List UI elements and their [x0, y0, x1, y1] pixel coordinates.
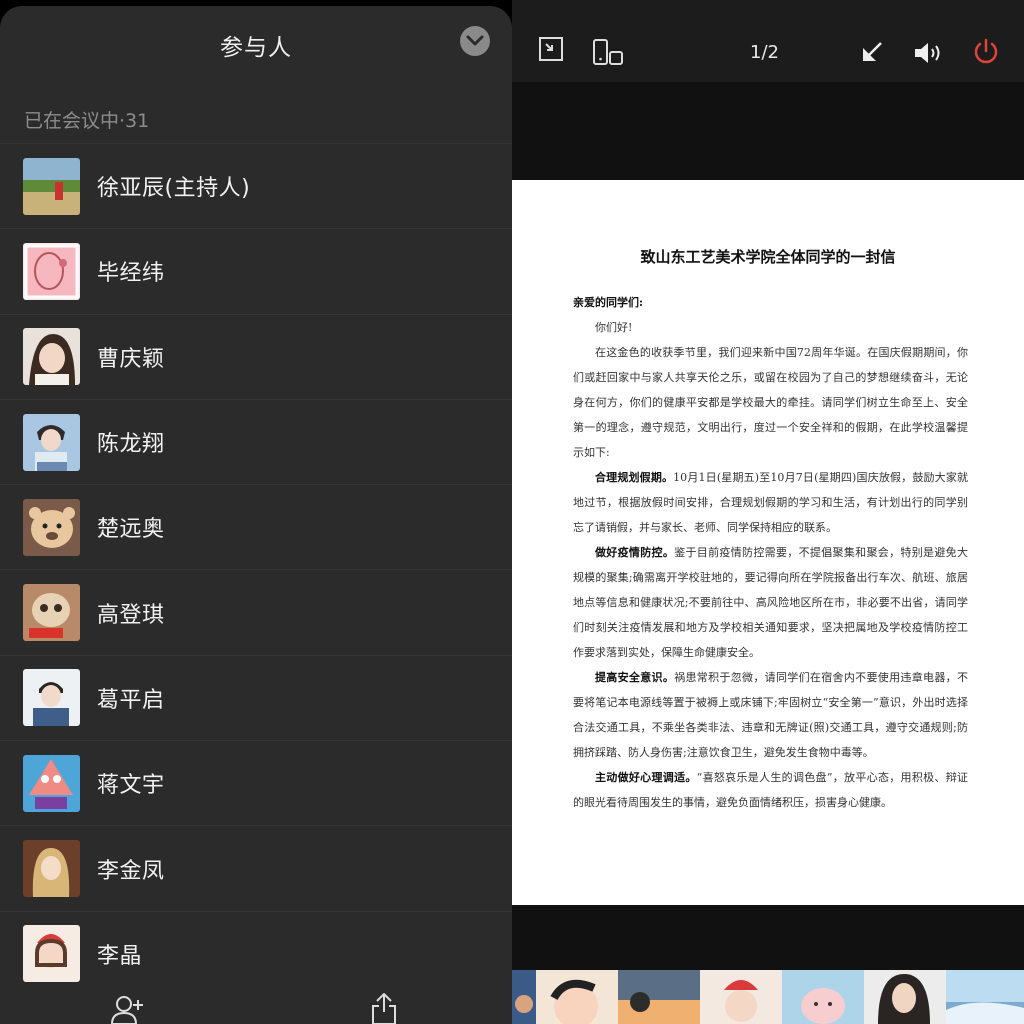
participant-row[interactable]: 毕经纬: [0, 228, 512, 313]
rotate-screen-icon[interactable]: [592, 38, 624, 66]
avatar: [23, 242, 80, 300]
participant-name: 蒋文宇: [97, 773, 165, 799]
avatar: [23, 413, 80, 471]
document-paragraph: 提高安全意识。祸患常积于忽微，请同学们在宿舍内不要使用违章电器，不要将笔记本电源…: [573, 671, 968, 759]
exit-fullscreen-icon[interactable]: [538, 36, 564, 62]
participant-row[interactable]: 高登琪: [0, 569, 512, 654]
avatar: [23, 157, 80, 215]
participant-name: 葛平启: [97, 687, 165, 713]
viewer-toolbar: 1/2: [512, 0, 1024, 82]
video-thumbnail[interactable]: [946, 970, 1024, 1024]
chevron-down-icon[interactable]: [460, 26, 490, 56]
participant-name: 李晶: [97, 943, 143, 969]
panel-title: 参与人: [220, 35, 292, 61]
video-thumbnail[interactable]: [618, 970, 700, 1024]
participant-name: 毕经纬: [97, 261, 165, 287]
video-thumbnail[interactable]: [864, 970, 946, 1024]
document-salutation: 亲爱的同学们:: [573, 296, 644, 309]
page-indicator: 1/2: [750, 42, 779, 63]
participant-row[interactable]: 曹庆颖: [0, 313, 512, 399]
panel-footer: [0, 974, 512, 1024]
shared-document-page: 致山东工艺美术学院全体同学的一封信 亲爱的同学们: 你们好! 在这金色的收获季节…: [512, 180, 1024, 905]
document-paragraph: 在这金色的收获季节里，我们迎来新中国72周年华诞。在国庆假期期间，你们或赶回家中…: [573, 346, 968, 459]
participant-row[interactable]: 葛平启: [0, 654, 512, 740]
video-thumbnail[interactable]: [782, 970, 864, 1024]
avatar: [23, 754, 80, 812]
document-paragraph: 做好疫情防控。鉴于目前疫情防控需要，不提倡聚集和聚会，特别是避免大规模的聚集;确…: [573, 546, 968, 659]
avatar: [23, 328, 80, 386]
document-greeting: 你们好!: [595, 321, 633, 334]
panel-header: 参与人: [0, 6, 512, 84]
participants-panel: 参与人 已在会议中·31 徐亚辰(主持人) 毕经纬 曹庆颖 陈龙翔 楚远奥 高登…: [0, 6, 512, 1024]
participant-row[interactable]: 徐亚辰(主持人): [0, 143, 512, 228]
video-thumbnail[interactable]: [536, 970, 618, 1024]
participant-name: 曹庆颖: [97, 346, 165, 372]
participant-row[interactable]: 李金凤: [0, 825, 512, 910]
document-paragraph: 主动做好心理调适。“喜怒哀乐是人生的调色盘”，放平心态，用积极、辩证的眼光看待周…: [573, 771, 969, 809]
add-person-icon[interactable]: [110, 994, 146, 1024]
in-meeting-count: 已在会议中·31: [24, 110, 150, 132]
participant-name: 高登琪: [97, 602, 165, 628]
participant-row[interactable]: 蒋文宇: [0, 740, 512, 825]
participant-name: 楚远奥: [97, 517, 165, 543]
participant-name: 徐亚辰(主持人): [97, 176, 251, 202]
avatar: [23, 669, 80, 727]
document-title: 致山东工艺美术学院全体同学的一封信: [640, 248, 896, 266]
participant-video-strip[interactable]: [512, 970, 1024, 1024]
document-viewer: 1/2 致山东工艺美术学院全体同学的一封信 亲爱的同学们: 你们好! 在这金色的…: [512, 0, 1024, 1024]
minimize-arrow-icon[interactable]: [860, 40, 884, 64]
participant-list: 徐亚辰(主持人) 毕经纬 曹庆颖 陈龙翔 楚远奥 高登琪 葛平启 蒋文宇 李金凤…: [0, 143, 512, 996]
power-icon[interactable]: [972, 38, 1000, 66]
document-body: 亲爱的同学们: 你们好! 在这金色的收获季节里，我们迎来新中国72周年华诞。在国…: [573, 290, 968, 815]
share-icon[interactable]: [370, 992, 398, 1024]
avatar: [23, 840, 80, 898]
speaker-icon[interactable]: [912, 40, 944, 66]
participant-row[interactable]: 楚远奥: [0, 484, 512, 569]
participant-name: 李金凤: [97, 858, 165, 884]
participant-row[interactable]: 陈龙翔: [0, 398, 512, 484]
video-thumbnail[interactable]: [512, 970, 536, 1024]
avatar: [23, 584, 80, 642]
video-thumbnail[interactable]: [700, 970, 782, 1024]
document-paragraph: 合理规划假期。10月1日(星期五)至10月7日(星期四)国庆放假，鼓励大家就地过…: [573, 471, 969, 534]
participant-name: 陈龙翔: [97, 432, 165, 458]
avatar: [23, 498, 80, 556]
